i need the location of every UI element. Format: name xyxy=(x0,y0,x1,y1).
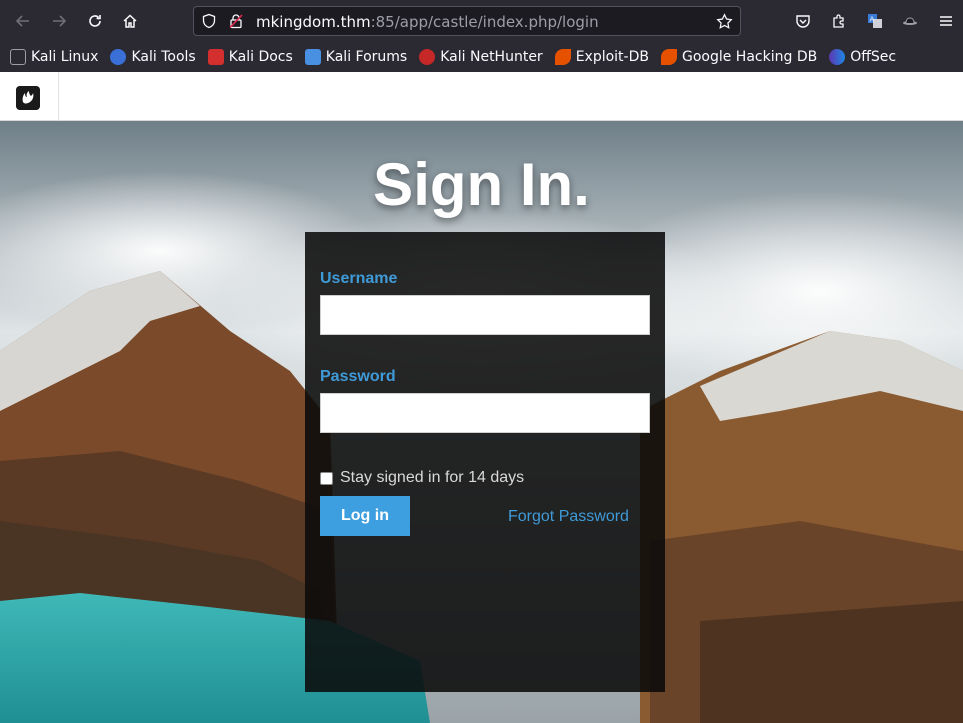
arrow-right-icon xyxy=(53,15,67,27)
offsec-icon xyxy=(829,49,846,65)
bookmark-label: Kali Docs xyxy=(228,49,293,65)
page-viewport: Sign In. Username Password Stay signed i… xyxy=(0,72,963,723)
username-label: Username xyxy=(320,270,398,287)
url-bar[interactable]: mkingdom.thm:85/app/castle/index.php/log… xyxy=(193,6,741,36)
hamburger-menu-icon xyxy=(940,16,952,26)
insecure-lock-icon[interactable] xyxy=(228,13,244,29)
forgot-password-link[interactable]: Forgot Password xyxy=(508,508,629,526)
bookmark-label: Google Hacking DB xyxy=(681,49,818,65)
kali-forums-icon xyxy=(304,49,321,65)
bookmark-exploit-db[interactable]: Exploit-DB xyxy=(554,45,649,69)
forward-button[interactable] xyxy=(44,6,74,36)
svg-text:A: A xyxy=(870,16,875,24)
bookmarks-toolbar: Kali Linux Kali Tools Kali Docs Kali For… xyxy=(0,42,963,72)
remember-me-row: Stay signed in for 14 days xyxy=(320,469,524,487)
bookmark-kali-forums[interactable]: Kali Forums xyxy=(304,45,408,69)
remember-me-checkbox[interactable] xyxy=(320,471,333,485)
puzzle-icon xyxy=(833,14,844,28)
exploit-db-icon xyxy=(554,49,571,65)
browser-toolbar: mkingdom.thm:85/app/castle/index.php/log… xyxy=(0,0,963,42)
bookmark-label: Kali NetHunter xyxy=(440,49,543,65)
pocket-icon xyxy=(796,15,810,28)
bookmark-kali-docs[interactable]: Kali Docs xyxy=(207,45,293,69)
home-button[interactable] xyxy=(115,6,145,36)
shield-icon[interactable] xyxy=(201,13,217,29)
hat-extension-button[interactable] xyxy=(895,6,925,36)
remember-me-label[interactable]: Stay signed in for 14 days xyxy=(340,469,524,487)
url-host: mkingdom.thm xyxy=(256,13,371,31)
bookmark-label: Kali Forums xyxy=(325,49,408,65)
hat-icon xyxy=(903,17,917,25)
reload-button[interactable] xyxy=(80,6,110,36)
back-button[interactable] xyxy=(8,6,38,36)
kali-dragon-icon xyxy=(10,49,26,65)
bookmark-kali-nethunter[interactable]: Kali NetHunter xyxy=(419,45,543,69)
page-title: Sign In. xyxy=(373,151,590,218)
arrow-left-icon xyxy=(15,15,29,27)
bookmark-label: Exploit-DB xyxy=(575,49,649,65)
home-icon xyxy=(123,14,137,28)
bookmark-kali-tools[interactable]: Kali Tools xyxy=(110,45,196,69)
extensions-button[interactable] xyxy=(824,6,854,36)
bookmark-label: Kali Tools xyxy=(131,49,196,65)
menu-button[interactable] xyxy=(931,6,961,36)
url-text: mkingdom.thm:85/app/castle/index.php/log… xyxy=(256,13,599,31)
concrete-cms-logo-icon[interactable] xyxy=(16,86,40,110)
translate-button[interactable]: A xyxy=(860,6,890,36)
bookmark-star-icon[interactable] xyxy=(716,13,733,30)
login-panel: Username Password Stay signed in for 14 … xyxy=(305,232,665,692)
reload-icon xyxy=(89,15,101,27)
bookmark-label: OffSec xyxy=(850,49,897,65)
password-label: Password xyxy=(320,368,396,385)
logo-cell[interactable] xyxy=(0,72,59,121)
cms-top-bar xyxy=(0,72,963,121)
bookmark-offsec[interactable]: OffSec xyxy=(829,45,896,69)
username-input[interactable] xyxy=(320,295,650,335)
bookmark-label: Kali Linux xyxy=(31,49,99,65)
bookmark-google-hacking-db[interactable]: Google Hacking DB xyxy=(660,45,818,69)
ghdb-icon xyxy=(660,49,677,65)
nethunter-icon xyxy=(419,49,436,65)
pocket-button[interactable] xyxy=(788,6,818,36)
bookmark-kali-linux[interactable]: Kali Linux xyxy=(10,45,98,69)
translate-icon: A xyxy=(868,14,882,28)
kali-tools-icon xyxy=(110,49,127,65)
url-path: :85/app/castle/index.php/login xyxy=(370,13,599,31)
login-button[interactable]: Log in xyxy=(320,496,410,536)
kali-docs-icon xyxy=(207,49,224,65)
password-input[interactable] xyxy=(320,393,650,433)
